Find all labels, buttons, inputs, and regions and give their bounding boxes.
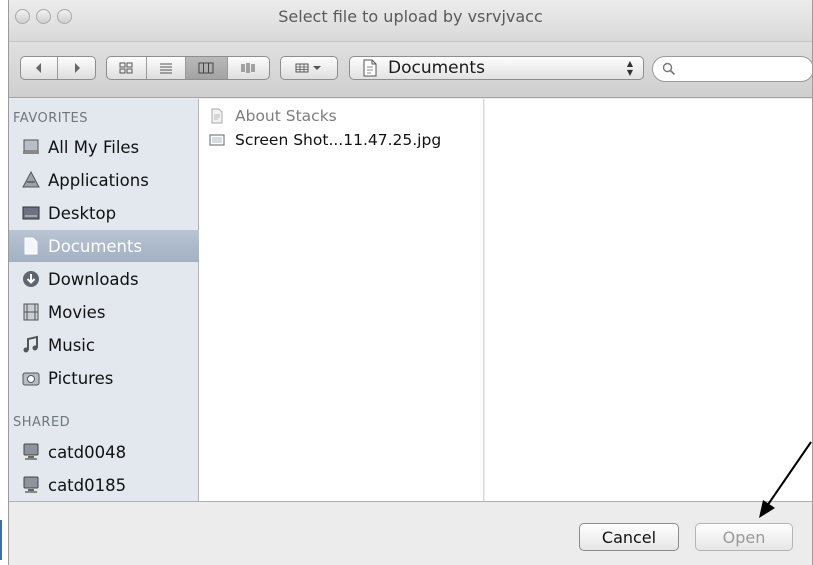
favorites-header: FAVORITES [13,111,89,126]
documents-folder-icon [363,59,377,77]
cancel-button[interactable]: Cancel [579,523,679,551]
icon-view-button[interactable] [107,57,147,79]
location-label: Documents [388,58,485,78]
movies-icon [21,302,41,322]
file-row-about-stacks[interactable]: About Stacks [199,105,484,127]
document-icon [211,108,223,124]
computer-icon [21,475,41,495]
search-input[interactable] [681,60,801,78]
sidebar-item-label: catd0185 [48,475,127,495]
applications-icon [21,170,41,190]
list-view-button[interactable] [147,57,187,79]
back-button[interactable] [21,57,59,79]
desktop-icon [21,203,41,223]
open-button[interactable]: Open [695,523,793,551]
forward-button[interactable] [58,57,95,79]
file-column: About Stacks Screen Shot...11.47.25.jpg [199,99,484,501]
sidebar-item-label: All My Files [48,137,140,157]
file-name: About Stacks [235,107,337,125]
window-title: Select file to upload by vsrvjvacc [278,7,543,26]
sidebar-item-label: Pictures [48,368,114,388]
preview-column [485,99,812,501]
documents-icon [21,236,41,256]
sidebar-item-applications[interactable]: Applications [9,164,199,196]
search-icon [662,62,676,76]
arrange-menu-content [281,57,337,79]
forward-arrow-icon [74,63,80,73]
sidebar-item-pictures[interactable]: Pictures [9,362,199,394]
image-file-icon [209,134,225,146]
background-window-edge [0,520,2,560]
title-bar: Select file to upload by vsrvjvacc [9,0,812,42]
arrange-grid-icon [295,63,321,73]
sidebar-item-label: Music [48,335,95,355]
sidebar: FAVORITES All My Files Applications Desk… [9,99,199,501]
search-field[interactable] [652,56,812,82]
music-icon [21,335,41,355]
sidebar-item-movies[interactable]: Movies [9,296,199,328]
view-mode-control [106,56,270,80]
coverflow-view-icon [241,63,255,73]
dialog-footer: Cancel Open [9,501,812,565]
sidebar-item-music[interactable]: Music [9,329,199,361]
column-view-icon [198,62,214,74]
sidebar-item-label: Applications [48,170,149,190]
icon-view-icon [119,62,133,74]
computer-icon [21,442,41,462]
downloads-icon [21,269,41,289]
sidebar-item-label: Movies [48,302,106,322]
file-row-screen-shot[interactable]: Screen Shot...11.47.25.jpg [199,129,484,151]
sidebar-item-catd0048[interactable]: catd0048 [9,436,199,468]
back-forward-control [20,56,96,80]
popup-arrows-icon: ▲ ▼ [626,59,633,77]
column-view-button[interactable] [186,57,228,79]
sidebar-item-label: Downloads [48,269,139,289]
coverflow-view-button[interactable] [228,57,269,79]
sidebar-item-label: catd0048 [48,442,127,462]
location-popup[interactable]: Documents ▲ ▼ [349,56,644,80]
all-files-icon [21,137,41,157]
file-name: Screen Shot...11.47.25.jpg [235,131,442,149]
sidebar-item-documents[interactable]: Documents [9,230,199,262]
shared-header: SHARED [13,415,71,430]
pictures-icon [21,368,41,388]
sidebar-item-label: Desktop [48,203,117,223]
sidebar-item-all-my-files[interactable]: All My Files [9,131,199,163]
toolbar: Documents ▲ ▼ [9,42,812,98]
sidebar-item-catd0185[interactable]: catd0185 [9,469,199,501]
arrange-menu-button[interactable] [280,56,338,80]
file-upload-dialog: Select file to upload by vsrvjvacc Docum… [8,0,813,565]
sidebar-item-desktop[interactable]: Desktop [9,197,199,229]
list-view-icon [159,63,172,74]
back-arrow-icon [36,63,41,73]
sidebar-item-downloads[interactable]: Downloads [9,263,199,295]
sidebar-item-label: Documents [48,236,143,256]
